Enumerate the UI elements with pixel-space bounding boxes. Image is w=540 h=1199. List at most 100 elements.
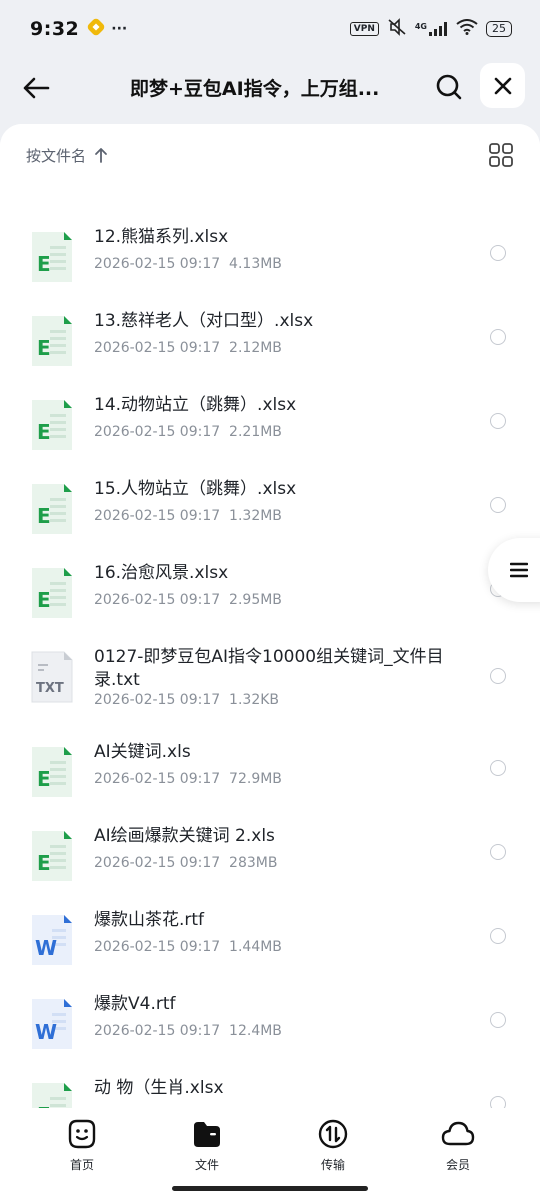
select-radio[interactable] <box>490 1012 506 1028</box>
file-list-item[interactable]: E 14.动物站立（跳舞）.xlsx 2026-02-15 09:17 2.21MB <box>0 395 540 482</box>
page-title: 即梦+豆包AI指令，上万组... <box>130 78 380 100</box>
excel-file-icon: E <box>30 566 74 620</box>
file-name: 爆款山茶花.rtf <box>94 910 205 930</box>
select-radio[interactable] <box>490 928 506 944</box>
svg-text:W: W <box>35 1020 57 1044</box>
svg-text:E: E <box>37 851 51 875</box>
svg-text:E: E <box>37 420 51 444</box>
word-file-icon: W <box>30 997 74 1051</box>
file-meta: 2026-02-15 09:17 1.32MB <box>94 508 282 524</box>
file-name: 12.熊猫系列.xlsx <box>94 227 229 247</box>
file-list-item[interactable]: W 爆款V4.rtf 2026-02-15 09:17 12.4MB <box>0 994 540 1081</box>
file-list-item[interactable]: E 16.治愈风景.xlsx 2026-02-15 09:17 2.95MB <box>0 563 540 650</box>
file-list[interactable]: E2026-02-15 09:17 316MBE12.熊猫系列.xlsx2026… <box>0 124 540 1109</box>
close-icon <box>494 77 511 94</box>
svg-text:W: W <box>35 936 57 960</box>
binance-icon <box>87 18 105 40</box>
excel-file-icon: E <box>30 482 74 536</box>
mute-icon <box>387 18 407 40</box>
cloud-icon <box>441 1121 475 1146</box>
file-meta: 2026-02-15 09:17 2.95MB <box>94 592 282 608</box>
svg-text:E: E <box>37 336 51 360</box>
transfer-icon <box>318 1119 348 1149</box>
grid-view-icon <box>489 143 513 167</box>
svg-text:E: E <box>37 504 51 528</box>
status-time: 9:32 <box>30 18 80 40</box>
header: 即梦+豆包AI指令，上万组... <box>0 58 540 120</box>
back-button[interactable] <box>18 70 54 106</box>
select-radio[interactable] <box>490 668 506 684</box>
search-icon <box>436 74 462 100</box>
select-radio[interactable] <box>490 497 506 513</box>
sort-ascending-icon[interactable] <box>94 147 108 163</box>
tab-transfer[interactable]: 传输 <box>293 1118 373 1178</box>
file-list-item[interactable]: E AI绘画爆款关键词 2.xls 2026-02-15 09:17 283MB <box>0 826 540 913</box>
file-list-item[interactable]: E 15.人物站立（跳舞）.xlsx 2026-02-15 09:17 1.32MB <box>0 479 540 566</box>
file-name: 13.慈祥老人（对口型）.xlsx <box>94 311 314 331</box>
select-radio[interactable] <box>490 413 506 429</box>
file-list-item[interactable]: TXT 0127-即梦豆包AI指令10000组关键词_文件目录.txt 2026-0… <box>0 647 540 745</box>
excel-file-icon: E <box>30 745 74 799</box>
home-indicator[interactable] <box>172 1186 368 1191</box>
excel-file-icon: E <box>30 1081 74 1109</box>
battery-indicator: 25 <box>486 21 512 37</box>
search-button[interactable] <box>430 68 468 106</box>
file-name: 爆款V4.rtf <box>94 994 176 1014</box>
svg-text:E: E <box>37 588 51 612</box>
file-list-item[interactable]: W 爆款山茶花.rtf 2026-02-15 09:17 1.44MB <box>0 910 540 997</box>
select-radio[interactable] <box>490 329 506 345</box>
file-name: 16.治愈风景.xlsx <box>94 563 229 583</box>
menu-lines-icon <box>510 562 528 578</box>
tab-membership-label: 会员 <box>445 1158 470 1172</box>
more-notifications-icon: ··· <box>111 21 128 37</box>
select-radio[interactable] <box>490 245 506 261</box>
back-arrow-icon <box>23 77 50 99</box>
select-radio[interactable] <box>490 844 506 860</box>
excel-file-icon: E <box>30 314 74 368</box>
file-list-item[interactable]: E 动 物（生肖.xlsx <box>0 1078 540 1109</box>
tab-home[interactable]: 首页 <box>42 1118 122 1178</box>
tab-transfer-label: 传输 <box>320 1158 345 1172</box>
status-bar: 9:32 ··· VPN 4G 25 <box>0 0 540 58</box>
file-name: 0127-即梦豆包AI指令10000组关键词_文件目录.txt <box>94 647 444 690</box>
file-meta: 2026-02-15 09:17 1.32KB <box>94 692 280 708</box>
file-name: 15.人物站立（跳舞）.xlsx <box>94 479 297 499</box>
vpn-badge: VPN <box>349 22 379 36</box>
file-meta: 2026-02-15 09:17 2.21MB <box>94 424 282 440</box>
tab-files[interactable]: 文件 <box>167 1118 247 1178</box>
file-meta: 2026-02-15 09:17 72.9MB <box>94 771 282 787</box>
excel-file-icon: E <box>30 829 74 883</box>
file-name: 14.动物站立（跳舞）.xlsx <box>94 395 297 415</box>
excel-file-icon: E <box>30 398 74 452</box>
sort-by-name-button[interactable]: 按文件名 <box>26 145 86 166</box>
svg-text:E: E <box>37 767 51 791</box>
file-meta: 2026-02-15 09:17 1.44MB <box>94 939 282 955</box>
excel-file-icon: E <box>30 230 74 284</box>
file-name: AI绘画爆款关键词 2.xls <box>94 826 275 846</box>
grid-view-button[interactable] <box>488 142 514 168</box>
wifi-icon <box>456 19 478 39</box>
file-panel: E2026-02-15 09:17 316MBE12.熊猫系列.xlsx2026… <box>0 124 540 1199</box>
select-radio[interactable] <box>490 760 506 776</box>
file-list-item[interactable]: E AI关键词.xls 2026-02-15 09:17 72.9MB <box>0 742 540 829</box>
file-list-item[interactable]: E 13.慈祥老人（对口型）.xlsx 2026-02-15 09:17 2.12M… <box>0 311 540 398</box>
tab-home-label: 首页 <box>69 1158 94 1172</box>
home-face-icon <box>68 1119 96 1149</box>
file-meta: 2026-02-15 09:17 4.13MB <box>94 256 282 272</box>
file-name: 动 物（生肖.xlsx <box>94 1078 224 1098</box>
file-meta: 2026-02-15 09:17 283MB <box>94 855 278 871</box>
bottom-tab-bar: 首页 文件 传输 会员 <box>0 1108 540 1199</box>
cell-signal-icon: 4G <box>415 22 448 36</box>
file-name: AI关键词.xls <box>94 742 191 762</box>
file-list-item[interactable]: E 12.熊猫系列.xlsx 2026-02-15 09:17 4.13MB <box>0 227 540 314</box>
sort-bar: 按文件名 <box>0 124 540 186</box>
word-file-icon: W <box>30 913 74 967</box>
folder-icon <box>194 1122 220 1147</box>
tab-files-label: 文件 <box>194 1158 219 1172</box>
tab-membership[interactable]: 会员 <box>418 1118 498 1178</box>
svg-text:TXT: TXT <box>36 681 64 696</box>
svg-text:E: E <box>37 252 51 276</box>
file-meta: 2026-02-15 09:17 2.12MB <box>94 340 282 356</box>
file-meta: 2026-02-15 09:17 12.4MB <box>94 1023 282 1039</box>
close-button[interactable] <box>480 63 525 108</box>
